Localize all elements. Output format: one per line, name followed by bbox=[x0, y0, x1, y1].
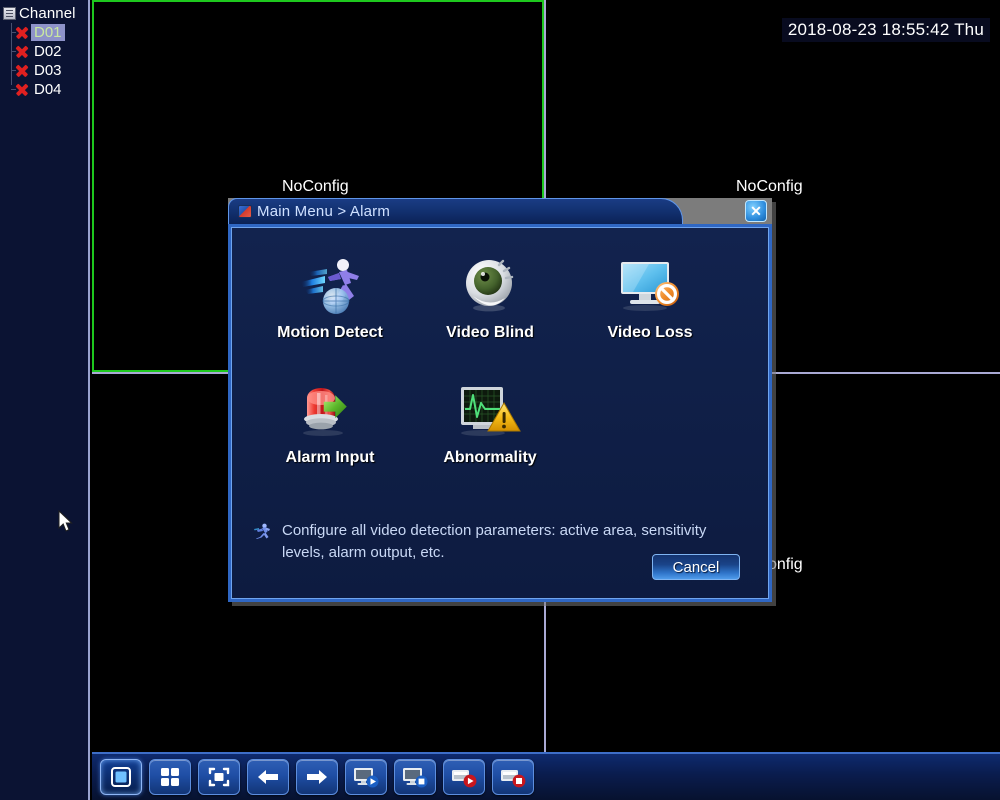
channel-sidebar: Channel D01 D02 D03 D04 bbox=[0, 0, 90, 800]
dialog-title-tab: Main Menu > Alarm bbox=[228, 198, 683, 224]
menu-item-video-loss[interactable]: Video Loss bbox=[570, 250, 730, 375]
next-channel-button[interactable] bbox=[296, 759, 338, 795]
menu-item-label: Video Blind bbox=[446, 324, 534, 341]
channel-list-title: Channel bbox=[19, 4, 76, 22]
stop-tour-button[interactable] bbox=[394, 759, 436, 795]
record-stop-icon bbox=[500, 766, 526, 788]
monitor-stop-icon bbox=[402, 766, 428, 788]
app-icon bbox=[238, 205, 252, 218]
sidebar-item-d04[interactable]: D04 bbox=[8, 80, 88, 99]
dialog-body: Motion Detect Video Blind Video Loss Ala… bbox=[228, 224, 772, 602]
dialog-inner-panel: Motion Detect Video Blind Video Loss Ala… bbox=[231, 227, 769, 599]
quad-pane-icon bbox=[159, 767, 181, 787]
alarm-menu-grid: Motion Detect Video Blind Video Loss Ala… bbox=[250, 250, 750, 500]
menu-item-label: Alarm Input bbox=[285, 449, 375, 466]
channel-list: D01 D02 D03 D04 bbox=[0, 23, 88, 99]
timestamp-overlay: 2018-08-23 18:55:42 Thu bbox=[781, 18, 990, 42]
red-x-icon bbox=[14, 25, 30, 41]
video-loss-monitor-icon bbox=[617, 250, 683, 322]
sidebar-item-d03[interactable]: D03 bbox=[8, 61, 88, 80]
alarm-siren-icon bbox=[297, 375, 363, 447]
single-pane-icon bbox=[110, 767, 132, 787]
single-view-button[interactable] bbox=[100, 759, 142, 795]
menu-item-video-blind[interactable]: Video Blind bbox=[410, 250, 570, 375]
bottom-toolbar bbox=[92, 752, 1000, 800]
sidebar-item-d01[interactable]: D01 bbox=[8, 23, 88, 42]
red-x-icon bbox=[14, 63, 30, 79]
video-blind-eye-icon bbox=[459, 250, 521, 322]
channel-label: D04 bbox=[34, 81, 62, 98]
start-tour-button[interactable] bbox=[345, 759, 387, 795]
close-icon[interactable]: ✕ bbox=[745, 200, 767, 222]
alarm-dialog: Main Menu > Alarm ✕ Motion Detect Video … bbox=[228, 198, 772, 602]
sidebar-item-d02[interactable]: D02 bbox=[8, 42, 88, 61]
arrow-right-icon bbox=[305, 767, 329, 787]
menu-item-label: Abnormality bbox=[443, 449, 537, 466]
record-play-icon bbox=[451, 766, 477, 788]
dialog-titlebar: Main Menu > Alarm ✕ bbox=[228, 198, 772, 224]
menu-item-abnormality[interactable]: Abnormality bbox=[410, 375, 570, 500]
red-x-icon bbox=[14, 44, 30, 60]
video-pane-status-2: NoConfig bbox=[736, 178, 803, 195]
quad-view-button[interactable] bbox=[149, 759, 191, 795]
menu-item-label: Video Loss bbox=[607, 324, 693, 341]
red-x-icon bbox=[14, 82, 30, 98]
motion-detect-icon bbox=[299, 250, 361, 322]
menu-item-motion-detect[interactable]: Motion Detect bbox=[250, 250, 410, 375]
abnormality-warning-icon bbox=[457, 375, 523, 447]
menu-item-alarm-input[interactable]: Alarm Input bbox=[250, 375, 410, 500]
dvr-screen: Channel D01 D02 D03 D04 NoConfig NoConfi… bbox=[0, 0, 1000, 800]
video-pane-status-1: NoConfig bbox=[282, 178, 349, 195]
fullscreen-button[interactable] bbox=[198, 759, 240, 795]
cancel-button[interactable]: Cancel bbox=[652, 554, 740, 580]
start-record-button[interactable] bbox=[443, 759, 485, 795]
stop-record-button[interactable] bbox=[492, 759, 534, 795]
dialog-title: Main Menu > Alarm bbox=[257, 203, 391, 220]
menu-item-label: Motion Detect bbox=[277, 324, 383, 341]
close-glyph: ✕ bbox=[750, 202, 762, 219]
channel-label: D01 bbox=[31, 24, 65, 41]
channel-label: D02 bbox=[34, 43, 62, 60]
previous-channel-button[interactable] bbox=[247, 759, 289, 795]
arrow-left-icon bbox=[256, 767, 280, 787]
channel-label: D03 bbox=[34, 62, 62, 79]
running-person-icon bbox=[254, 523, 270, 539]
fullscreen-icon bbox=[208, 767, 230, 787]
list-icon bbox=[3, 6, 16, 20]
monitor-play-icon bbox=[353, 766, 379, 788]
channel-list-header: Channel bbox=[0, 0, 88, 23]
